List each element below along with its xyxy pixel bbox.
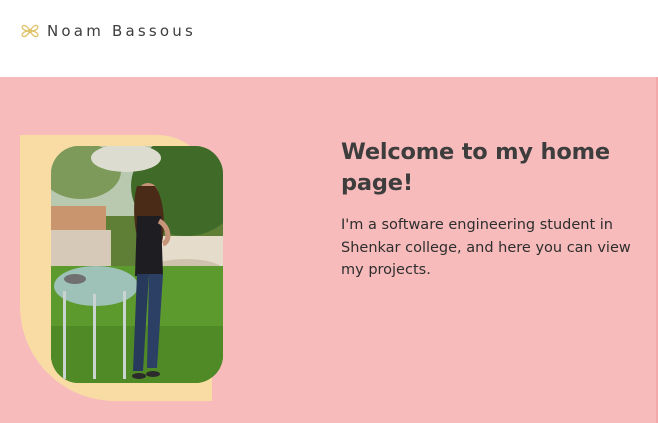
flower-logo-icon	[21, 24, 39, 38]
brand-name: Noam Bassous	[47, 22, 196, 40]
brand[interactable]: Noam Bassous	[19, 20, 196, 42]
intro-text: I'm a software engineering student in Sh…	[341, 217, 631, 278]
page-title: Welcome to my home page!	[341, 139, 610, 196]
site-header: Noam Bassous	[0, 0, 658, 77]
profile-photo	[51, 146, 223, 383]
hero-content: Welcome to my home page! I'm a software …	[341, 137, 646, 282]
